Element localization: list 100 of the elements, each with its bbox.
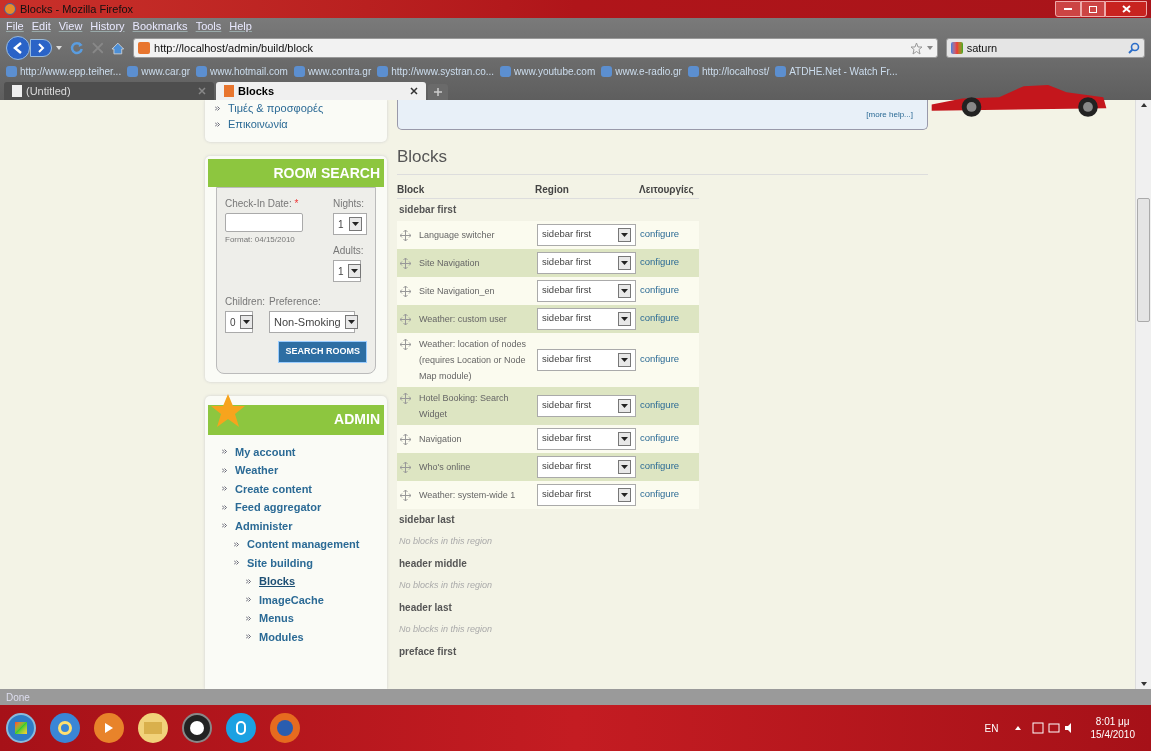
star-icon[interactable] bbox=[909, 41, 923, 55]
menu-item[interactable]: File bbox=[6, 17, 24, 35]
bookmark-link[interactable]: ATDHE.Net - Watch Fr... bbox=[789, 63, 898, 79]
menu-link[interactable]: Weather bbox=[235, 462, 279, 479]
move-handle-icon[interactable] bbox=[400, 433, 411, 445]
folder-icon[interactable] bbox=[138, 713, 168, 743]
move-handle-icon[interactable] bbox=[400, 257, 411, 269]
region-select[interactable]: sidebar first bbox=[537, 348, 636, 371]
bookmark-link[interactable]: www.hotmail.com bbox=[210, 63, 288, 79]
menu-link[interactable]: Administer bbox=[235, 517, 293, 534]
configure-link[interactable]: configure bbox=[640, 459, 680, 474]
adults-select[interactable]: 1 bbox=[333, 260, 361, 282]
column-header: Region bbox=[535, 182, 570, 197]
move-handle-icon[interactable] bbox=[400, 313, 411, 325]
minimize-button[interactable] bbox=[1055, 1, 1081, 17]
bullet-icon bbox=[222, 486, 227, 492]
scrollbar[interactable] bbox=[1135, 100, 1151, 689]
region-select[interactable]: sidebar first bbox=[537, 223, 636, 246]
browser-tab[interactable]: (Untitled) bbox=[4, 82, 214, 100]
configure-link[interactable]: configure bbox=[640, 398, 680, 413]
more-help-link[interactable]: [more help...] bbox=[866, 109, 913, 121]
menu-item[interactable]: Bookmarks bbox=[132, 17, 188, 35]
block-name: Site Navigation bbox=[419, 256, 480, 270]
bookmark-icon bbox=[601, 65, 613, 77]
browser-icon[interactable] bbox=[50, 713, 80, 743]
configure-link[interactable]: configure bbox=[640, 283, 680, 298]
menu-link[interactable]: Τιμές & προσφορές bbox=[228, 100, 324, 117]
move-handle-icon[interactable] bbox=[400, 285, 411, 297]
bookmark-link[interactable]: http://www.systran.co... bbox=[391, 63, 495, 79]
bookmark-link[interactable]: www.contra.gr bbox=[307, 63, 372, 79]
forward-button[interactable] bbox=[30, 39, 52, 57]
region-select[interactable]: sidebar first bbox=[537, 394, 636, 417]
media-player-icon[interactable] bbox=[94, 713, 124, 743]
clock-date[interactable]: 15/4/2010 bbox=[1090, 728, 1135, 741]
bookmark-link[interactable]: http://www.epp.teiher... bbox=[20, 63, 122, 79]
nights-select[interactable]: 1 bbox=[333, 213, 367, 235]
menu-link[interactable]: Create content bbox=[235, 480, 313, 497]
date-input[interactable] bbox=[225, 213, 303, 232]
bookmark-link[interactable]: http://localhost/ bbox=[701, 63, 770, 79]
bookmark-icon bbox=[775, 65, 787, 77]
region-select[interactable]: sidebar first bbox=[537, 427, 636, 450]
bullet-icon bbox=[222, 523, 227, 529]
menu-link[interactable]: Feed aggregator bbox=[235, 499, 322, 516]
maximize-button[interactable] bbox=[1081, 1, 1105, 17]
scroll-up-icon[interactable] bbox=[1140, 103, 1147, 107]
move-handle-icon[interactable] bbox=[400, 338, 411, 350]
address-field[interactable]: http://localhost/admin/build/block bbox=[133, 38, 938, 58]
new-tab-button[interactable] bbox=[428, 84, 448, 100]
region-select[interactable]: sidebar first bbox=[537, 483, 636, 506]
region-select[interactable]: sidebar first bbox=[537, 251, 636, 274]
clock-time[interactable]: 8:01 μμ bbox=[1095, 715, 1130, 728]
browser-tab[interactable]: Blocks bbox=[216, 82, 426, 100]
search-icon[interactable] bbox=[1128, 42, 1140, 54]
configure-link[interactable]: configure bbox=[640, 311, 680, 326]
history-caret-icon[interactable] bbox=[56, 46, 62, 50]
move-handle-icon[interactable] bbox=[400, 489, 411, 501]
preference-select[interactable]: Non-Smoking bbox=[269, 311, 356, 333]
menu-link[interactable]: Content management bbox=[247, 536, 360, 553]
bookmark-link[interactable]: www.youtube.com bbox=[514, 63, 596, 79]
menu-item[interactable]: Help bbox=[229, 17, 252, 35]
bookmark-link[interactable]: www.car.gr bbox=[141, 63, 191, 79]
region-select[interactable]: sidebar first bbox=[537, 455, 636, 478]
menu-item[interactable]: Tools bbox=[195, 17, 222, 35]
close-icon[interactable] bbox=[410, 87, 418, 95]
configure-link[interactable]: configure bbox=[640, 255, 680, 270]
configure-link[interactable]: configure bbox=[640, 487, 680, 502]
search-rooms-button[interactable]: SEARCH ROOMS bbox=[278, 341, 367, 363]
language-indicator[interactable]: EN bbox=[984, 720, 999, 736]
region-select[interactable]: sidebar first bbox=[537, 307, 636, 330]
search-field[interactable]: saturn bbox=[945, 38, 1145, 58]
configure-link[interactable]: configure bbox=[640, 431, 680, 446]
menu-link[interactable]: My account bbox=[235, 443, 296, 460]
menu-link[interactable]: ImageCache bbox=[259, 591, 324, 608]
bookmark-link[interactable]: www.e-radio.gr bbox=[615, 63, 682, 79]
move-handle-icon[interactable] bbox=[400, 392, 411, 404]
home-icon[interactable] bbox=[111, 41, 126, 55]
menu-item[interactable]: Edit bbox=[31, 17, 51, 35]
region-heading: preface first bbox=[398, 645, 458, 659]
menu-link[interactable]: Modules bbox=[259, 628, 304, 645]
move-handle-icon[interactable] bbox=[400, 461, 411, 473]
menu-link[interactable]: Site building bbox=[247, 554, 313, 571]
menu-link[interactable]: Blocks bbox=[259, 573, 296, 590]
region-heading: header last bbox=[398, 601, 453, 615]
close-button[interactable] bbox=[1105, 1, 1147, 17]
move-handle-icon[interactable] bbox=[400, 229, 411, 241]
region-select[interactable]: sidebar first bbox=[537, 279, 636, 302]
configure-link[interactable]: configure bbox=[640, 352, 680, 367]
menu-link[interactable]: Επικοινωνία bbox=[228, 115, 288, 133]
menu-item[interactable]: History bbox=[90, 17, 125, 35]
bookmark-icon bbox=[196, 65, 208, 77]
scroll-thumb[interactable] bbox=[1137, 197, 1150, 322]
children-select[interactable]: 0 bbox=[225, 311, 253, 333]
back-button[interactable] bbox=[6, 36, 30, 60]
configure-link[interactable]: configure bbox=[640, 227, 680, 242]
bullet-icon bbox=[215, 105, 220, 111]
start-button[interactable] bbox=[6, 713, 36, 743]
menu-item[interactable]: View bbox=[58, 17, 83, 35]
search-engine-icon[interactable] bbox=[950, 42, 963, 54]
menu-link[interactable]: Menus bbox=[259, 610, 294, 627]
caret-icon[interactable] bbox=[926, 46, 933, 50]
